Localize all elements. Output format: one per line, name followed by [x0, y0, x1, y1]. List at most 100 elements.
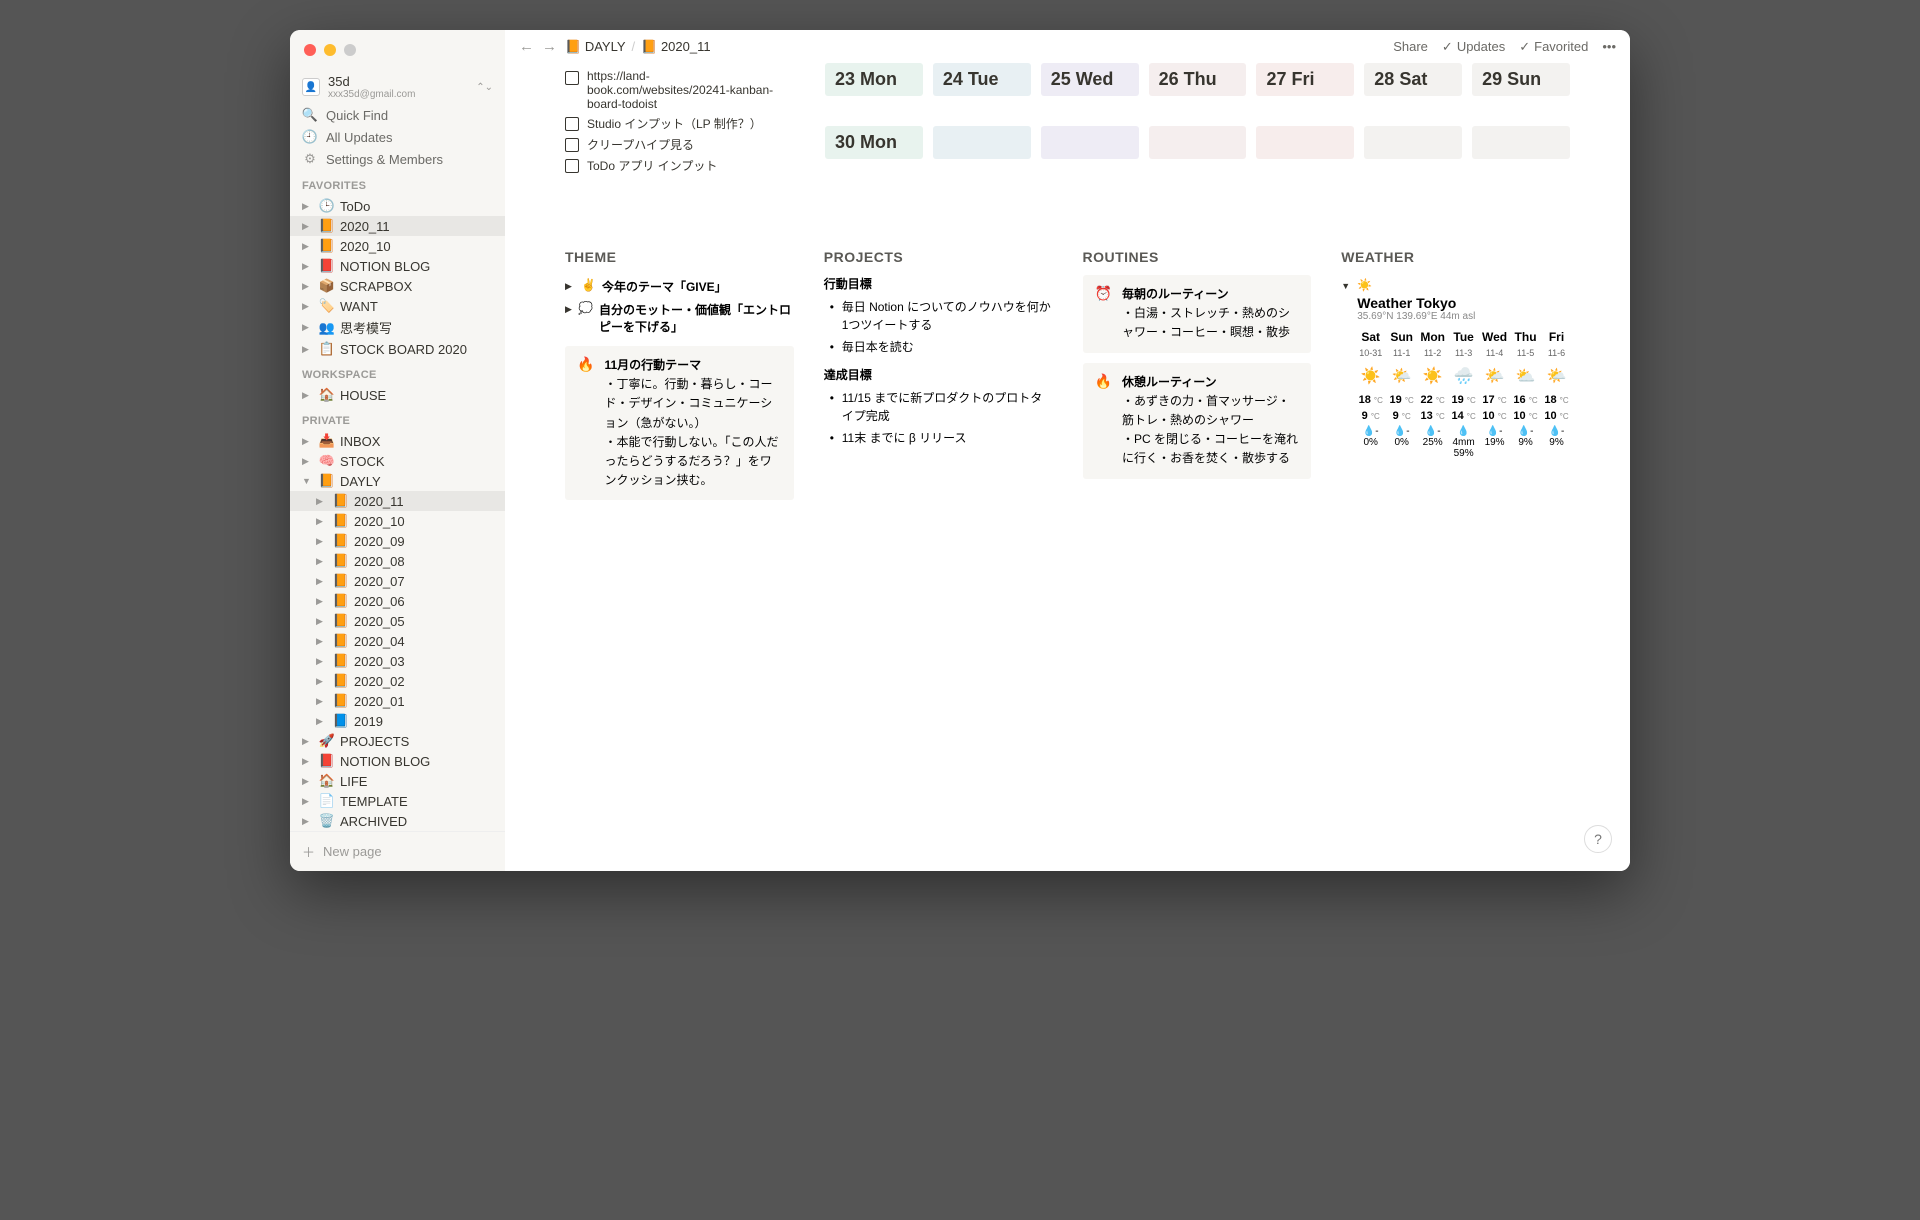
sidebar-item[interactable]: ▼📙DAYLY	[290, 471, 505, 491]
sidebar-item[interactable]: ▶📦SCRAPBOX	[290, 276, 505, 296]
weather-location: Weather Tokyo	[1357, 295, 1570, 311]
weather-precip: 💧-9%	[1543, 426, 1570, 459]
sidebar-item[interactable]: ▶📙2020_05	[290, 611, 505, 631]
toggle-item[interactable]: ▶✌️ 今年のテーマ「GIVE」	[565, 275, 794, 298]
weather-date: 11-2	[1419, 348, 1446, 358]
new-page-button[interactable]: ＋New page	[290, 831, 505, 871]
calendar-day[interactable]	[1041, 126, 1139, 159]
sidebar-item[interactable]: ▶📙2020_06	[290, 591, 505, 611]
calendar-day[interactable]	[933, 126, 1031, 159]
calendar-day[interactable]	[1472, 126, 1570, 159]
todo-item[interactable]: クリープハイプ見る	[565, 134, 785, 155]
page-icon: 📙	[332, 513, 350, 529]
maximize-icon[interactable]	[344, 44, 356, 56]
sidebar-item[interactable]: ▶📙2020_10	[290, 511, 505, 531]
all-updates[interactable]: 🕘All Updates	[290, 126, 505, 148]
calendar-day[interactable]: 26 Thu	[1149, 63, 1247, 96]
gear-icon: ⚙	[302, 151, 318, 167]
breadcrumb: 📙 DAYLY / 📙 2020_11	[565, 39, 711, 55]
sidebar-item-label: 2020_11	[340, 219, 390, 234]
column-title: THEME	[565, 249, 794, 265]
calendar-day[interactable]: 27 Fri	[1256, 63, 1354, 96]
triangle-icon: ▶	[302, 281, 314, 292]
todo-item[interactable]: ToDo アプリ インプット	[565, 155, 785, 176]
sidebar-item[interactable]: ▶📥INBOX	[290, 431, 505, 451]
calendar-day[interactable]	[1364, 126, 1462, 159]
toggle-item[interactable]: ▼☀️	[1341, 275, 1570, 295]
sidebar-item[interactable]: ▶🕒ToDo	[290, 196, 505, 216]
page-icon: 🏷️	[318, 298, 336, 314]
nav-back-button[interactable]: ←	[519, 38, 534, 55]
quick-find[interactable]: 🔍Quick Find	[290, 104, 505, 126]
sidebar-item[interactable]: ▶🗑️ARCHIVED	[290, 811, 505, 831]
todo-item[interactable]: https://land-book.com/websites/20241-kan…	[565, 67, 785, 113]
checkbox[interactable]	[565, 159, 579, 173]
breadcrumb-item[interactable]: 📙 2020_11	[641, 39, 710, 55]
close-icon[interactable]	[304, 44, 316, 56]
help-button[interactable]: ?	[1584, 825, 1612, 853]
nav-forward-button[interactable]: →	[542, 38, 557, 55]
sidebar-item[interactable]: ▶📕NOTION BLOG	[290, 256, 505, 276]
todo-text: Studio インプット（LP 制作？）	[587, 115, 762, 132]
toggle-item[interactable]: ▶💭 自分のモットー・価値観「エントロピーを下げる」	[565, 298, 794, 338]
weather-high: 16 °C	[1512, 394, 1539, 406]
checkbox[interactable]	[565, 138, 579, 152]
user-email: xxx35d@gmail.com	[328, 89, 415, 100]
favorited-button[interactable]: ✓ Favorited	[1519, 39, 1588, 55]
sidebar-item[interactable]: ▶👥思考模写	[290, 316, 505, 339]
fire-icon: 🔥	[1095, 373, 1112, 469]
sidebar-item[interactable]: ▶🏷️WANT	[290, 296, 505, 316]
sidebar-item[interactable]: ▶📙2020_01	[290, 691, 505, 711]
sidebar-item[interactable]: ▶📙2020_11	[290, 491, 505, 511]
sidebar-item[interactable]: ▶📙2020_03	[290, 651, 505, 671]
sidebar-item[interactable]: ▶📙2020_08	[290, 551, 505, 571]
calendar-day[interactable]: 23 Mon	[825, 63, 923, 96]
todo-item[interactable]: Studio インプット（LP 制作？）	[565, 113, 785, 134]
window-controls[interactable]	[304, 44, 356, 56]
calendar-day[interactable]: 30 Mon	[825, 126, 923, 159]
calendar-day[interactable]	[1149, 126, 1247, 159]
sidebar-item[interactable]: ▶🚀PROJECTS	[290, 731, 505, 751]
section-workspace: WORKSPACE	[290, 359, 505, 385]
minimize-icon[interactable]	[324, 44, 336, 56]
checkbox[interactable]	[565, 71, 579, 85]
sidebar-item[interactable]: ▶📙2020_10	[290, 236, 505, 256]
weather-low: 13 °C	[1419, 410, 1446, 422]
calendar-day[interactable]	[1256, 126, 1354, 159]
sidebar-item[interactable]: ▶🏠LIFE	[290, 771, 505, 791]
sidebar-item[interactable]: ▶📘2019	[290, 711, 505, 731]
triangle-icon: ▶	[316, 576, 328, 587]
page-icon: 📙	[332, 693, 350, 709]
workspace-switcher[interactable]: 👤 35d xxx35d@gmail.com ⌃⌄	[290, 70, 505, 104]
checkbox[interactable]	[565, 117, 579, 131]
sidebar-item[interactable]: ▶📙2020_04	[290, 631, 505, 651]
triangle-icon: ▶	[302, 756, 314, 767]
day-label: 26 Thu	[1149, 63, 1247, 96]
sidebar-item[interactable]: ▶📙2020_09	[290, 531, 505, 551]
sidebar-item[interactable]: ▶🏠HOUSE	[290, 385, 505, 405]
sidebar-item-label: 2020_10	[340, 239, 391, 254]
triangle-icon: ▶	[302, 221, 314, 232]
share-button[interactable]: Share	[1393, 39, 1428, 54]
sidebar-item[interactable]: ▶📋STOCK BOARD 2020	[290, 339, 505, 359]
weather-date: 11-3	[1450, 348, 1477, 358]
sidebar-item[interactable]: ▶📄TEMPLATE	[290, 791, 505, 811]
calendar-day[interactable]: 29 Sun	[1472, 63, 1570, 96]
calendar-day[interactable]: 25 Wed	[1041, 63, 1139, 96]
updates-button[interactable]: ✓ Updates	[1442, 39, 1505, 55]
sidebar-item[interactable]: ▶📕NOTION BLOG	[290, 751, 505, 771]
more-icon[interactable]: •••	[1602, 39, 1616, 54]
sidebar-item[interactable]: ▶📙2020_02	[290, 671, 505, 691]
weather-icon: 🌤️	[1543, 362, 1570, 390]
sidebar-item[interactable]: ▶📙2020_11	[290, 216, 505, 236]
weather-precip: 💧-0%	[1388, 426, 1415, 459]
sidebar-item[interactable]: ▶🧠STOCK	[290, 451, 505, 471]
bullet-item: 毎日 Notion についてのノウハウを何か1つツイートする	[824, 296, 1053, 336]
sidebar-item[interactable]: ▶📙2020_07	[290, 571, 505, 591]
weather-low: 10 °C	[1481, 410, 1508, 422]
page-icon: 🚀	[318, 733, 336, 749]
calendar-day[interactable]: 24 Tue	[933, 63, 1031, 96]
calendar-day[interactable]: 28 Sat	[1364, 63, 1462, 96]
breadcrumb-item[interactable]: 📙 DAYLY	[565, 39, 626, 55]
settings-members[interactable]: ⚙Settings & Members	[290, 148, 505, 170]
